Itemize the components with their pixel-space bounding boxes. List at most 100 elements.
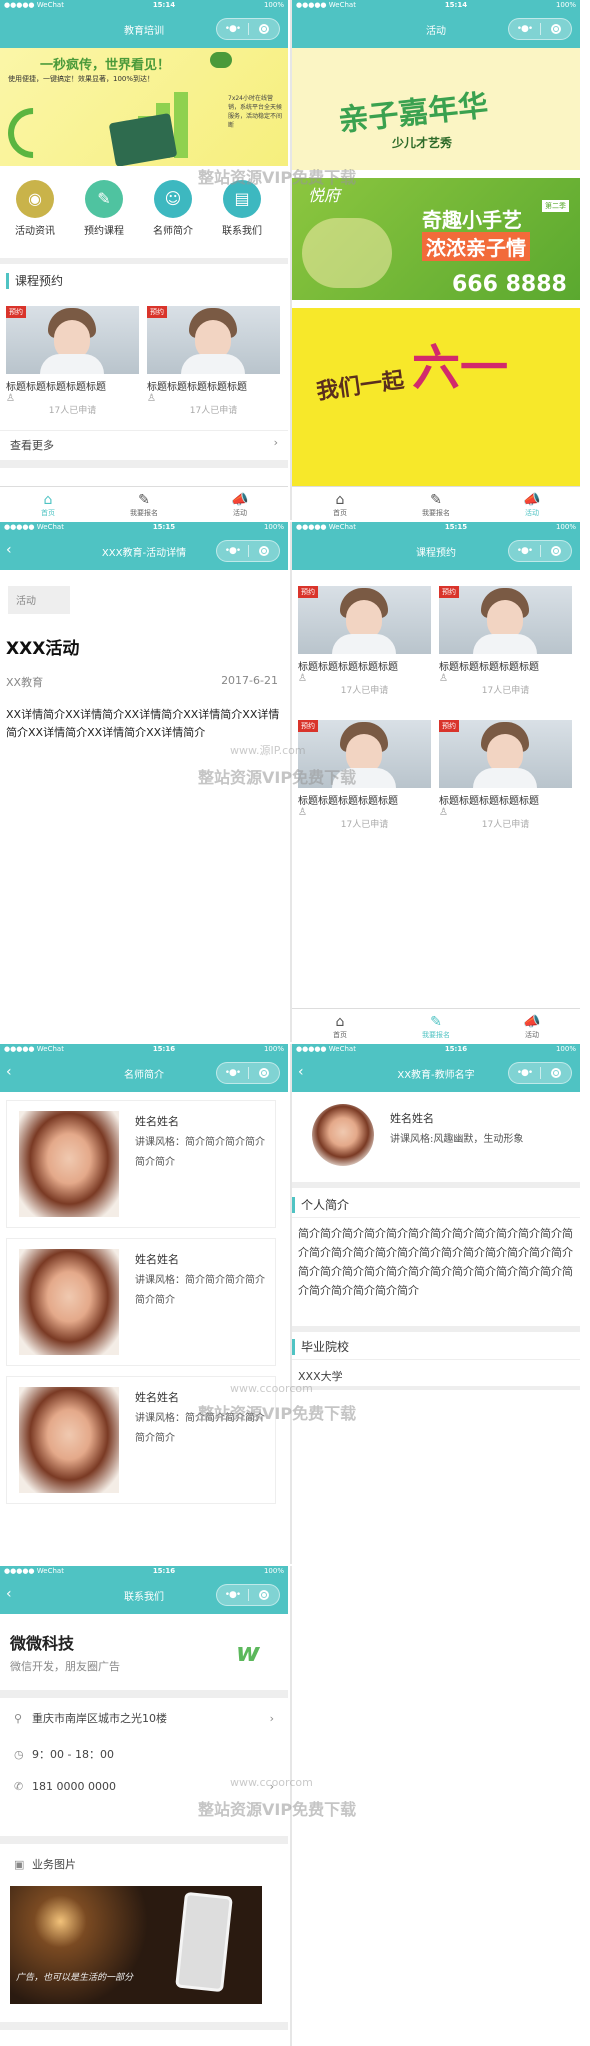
- teacher-style: 讲课风格：简介简介简介简介简介简介: [135, 1137, 265, 1168]
- screen-teacher-detail: ●●●●● WeChat 15:16 100% ‹ XX教育-教师名字 •●• …: [290, 1044, 580, 1564]
- people-icon: ☺: [154, 180, 192, 218]
- course-title: 标题标题标题标题标题: [298, 662, 398, 673]
- home-icon: ⌂: [43, 491, 53, 508]
- tab-home[interactable]: ⌂ 首页: [0, 487, 96, 520]
- teacher-photo: [19, 1387, 119, 1493]
- page-title: 名师简介: [124, 1069, 164, 1081]
- megaphone-icon: 📣: [523, 491, 541, 508]
- tab-signup[interactable]: ✎ 我要报名: [388, 487, 484, 520]
- more-icon[interactable]: •●•: [509, 1068, 540, 1078]
- capsule-menu[interactable]: •●•: [216, 18, 280, 40]
- home-icon: ⌂: [335, 1013, 345, 1030]
- watermark-url: www.ccoorcom: [230, 1382, 313, 1395]
- quick-item-contact[interactable]: ▤ 联系我们: [217, 180, 267, 237]
- course-title: 标题标题标题标题标题: [439, 796, 539, 807]
- business-photo[interactable]: 广告，也可以是生活的一部分: [10, 1886, 262, 2004]
- close-mini-icon[interactable]: [259, 1068, 269, 1078]
- booking-tag: 预约: [439, 586, 459, 598]
- pencil-icon: ✎: [430, 1013, 442, 1030]
- banner-badge: 第二季: [542, 200, 569, 212]
- course-card[interactable]: 预约 标题标题标题标题标题 ♙ 17人已申请: [298, 586, 431, 696]
- tab-signup[interactable]: ✎ 我要报名: [96, 487, 192, 520]
- edit-icon: ✎: [85, 180, 123, 218]
- page-title: XXX教育-活动详情: [101, 547, 187, 559]
- course-photo: 预约: [147, 306, 280, 374]
- back-arrow-icon[interactable]: ‹: [298, 1064, 304, 1080]
- course-photo: 预约: [439, 586, 572, 654]
- more-icon[interactable]: •●•: [217, 1068, 248, 1078]
- organizer: XX教育: [6, 676, 44, 689]
- close-mini-icon[interactable]: [551, 546, 561, 556]
- capsule-menu[interactable]: •●•: [216, 540, 280, 562]
- activity-banner[interactable]: 悦府 奇趣小手艺 第二季 浓浓亲子情 666 8888: [292, 178, 580, 300]
- apply-count: 17人已申请: [481, 686, 530, 696]
- company-name: 微微科技: [10, 1634, 75, 1653]
- address-row[interactable]: ⚲ 重庆市南岸区城市之光10楼 ›: [14, 1710, 274, 1726]
- chevron-right-icon: ›: [269, 1711, 274, 1725]
- quick-item-teachers[interactable]: ☺ 名师简介: [148, 180, 198, 237]
- teacher-card[interactable]: 姓名姓名 讲课风格：简介简介简介简介简介简介: [6, 1376, 276, 1504]
- more-icon[interactable]: •●•: [217, 24, 248, 34]
- megaphone-icon: 📣: [231, 491, 249, 508]
- course-card[interactable]: 预约 标题标题标题标题标题 ♙ 17人已申请: [439, 586, 572, 696]
- tab-bar: ⌂ 首页 ✎ 我要报名 📣 活动: [292, 1008, 580, 1042]
- close-mini-icon[interactable]: [551, 1068, 561, 1078]
- tab-home[interactable]: ⌂ 首页: [292, 1009, 388, 1042]
- publish-date: 2017-6-21: [221, 674, 278, 687]
- watermark-url: www.源IP.com: [230, 744, 306, 757]
- capsule-menu[interactable]: •●•: [508, 1062, 572, 1084]
- teacher-card[interactable]: 姓名姓名 讲课风格：简介简介简介简介简介简介: [6, 1238, 276, 1366]
- nav-bar: 活动 •●•: [292, 10, 580, 48]
- page-title: 联系我们: [124, 1591, 164, 1603]
- quick-item-activity[interactable]: ◉ 活动资讯: [10, 180, 60, 237]
- course-title: 标题标题标题标题标题: [439, 662, 539, 673]
- course-card[interactable]: 预约 标题标题标题标题标题 ♙ 17人已申请: [147, 306, 280, 416]
- home-banner[interactable]: 一秒疯传，世界看见！ 使用便捷，一键搞定！效果显著，100%到达！ 7x24小时…: [0, 48, 288, 166]
- more-icon[interactable]: •●•: [509, 24, 540, 34]
- course-photo: 预约: [298, 586, 431, 654]
- close-mini-icon[interactable]: [259, 546, 269, 556]
- location-pin-icon: ⚲: [14, 1711, 23, 1725]
- more-icon[interactable]: •●•: [217, 546, 248, 556]
- course-title: 标题标题标题标题标题: [6, 382, 106, 393]
- capsule-menu[interactable]: •●•: [508, 540, 572, 562]
- see-more-link[interactable]: 查看更多 ›: [0, 430, 288, 458]
- quick-label: 联系我们: [222, 226, 262, 237]
- section-title: 个人简介: [292, 1192, 580, 1218]
- close-mini-icon[interactable]: [551, 24, 561, 34]
- back-arrow-icon[interactable]: ‹: [6, 1064, 12, 1080]
- back-arrow-icon[interactable]: ‹: [6, 1586, 12, 1602]
- more-icon[interactable]: •●•: [217, 1590, 248, 1600]
- category-tag: 活动: [8, 586, 70, 614]
- close-mini-icon[interactable]: [259, 24, 269, 34]
- nav-bar: ‹ XX教育-教师名字 •●•: [292, 1054, 580, 1092]
- quick-label: 预约课程: [84, 226, 124, 237]
- course-card[interactable]: 预约 标题标题标题标题标题 ♙ 17人已申请: [439, 720, 572, 830]
- status-bar: ●●●●● WeChat 15:16 100%: [0, 1566, 288, 1576]
- watermark: 整站资源VIP免费下载: [198, 768, 357, 787]
- capsule-menu[interactable]: •●•: [216, 1584, 280, 1606]
- close-mini-icon[interactable]: [259, 1590, 269, 1600]
- booking-tag: 预约: [298, 720, 318, 732]
- activity-banner[interactable]: 亲子嘉年华 少儿才艺秀: [292, 48, 580, 170]
- divider: [0, 1836, 288, 1844]
- tab-activity[interactable]: 📣 活动: [484, 487, 580, 520]
- image-icon: ▣: [14, 1857, 25, 1871]
- back-arrow-icon[interactable]: ‹: [6, 542, 12, 558]
- tab-activity[interactable]: 📣 活动: [192, 487, 288, 520]
- tab-activity[interactable]: 📣 活动: [484, 1009, 580, 1042]
- divider: [0, 1690, 288, 1698]
- course-photo: 预约: [439, 720, 572, 788]
- capsule-menu[interactable]: •●•: [216, 1062, 280, 1084]
- intro-text: 简介简介简介简介简介简介简介简介简介简介简介简介简介简介简介简介简介简介简介简介…: [298, 1227, 573, 1297]
- course-card[interactable]: 预约 标题标题标题标题标题 ♙ 17人已申请: [6, 306, 139, 416]
- activity-banner[interactable]: 我们一起 六一: [292, 308, 580, 486]
- see-more-label: 查看更多: [10, 439, 54, 452]
- more-icon[interactable]: •●•: [509, 546, 540, 556]
- tab-signup[interactable]: ✎ 我要报名: [388, 1009, 484, 1042]
- tab-home[interactable]: ⌂ 首页: [292, 487, 388, 520]
- teacher-card[interactable]: 姓名姓名 讲课风格：简介简介简介简介简介简介: [6, 1100, 276, 1228]
- capsule-menu[interactable]: •●•: [508, 18, 572, 40]
- quick-item-booking[interactable]: ✎ 预约课程: [79, 180, 129, 237]
- avatar: [312, 1104, 374, 1166]
